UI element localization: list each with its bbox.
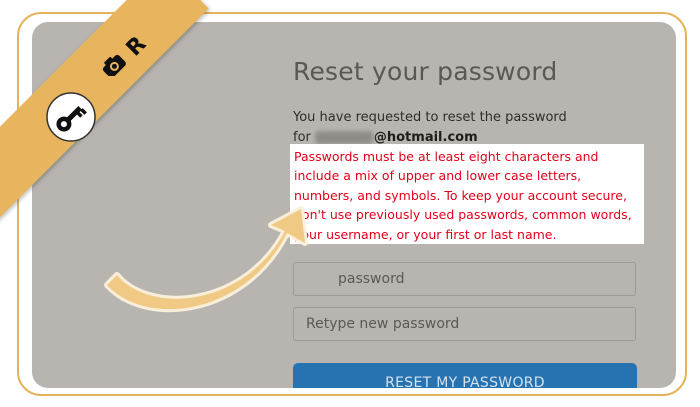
password-rules-text: Passwords must be at least eight charact…	[294, 149, 632, 242]
key-icon	[46, 92, 96, 142]
reset-password-button[interactable]: RESET MY PASSWORD	[293, 363, 637, 388]
email-domain: @hotmail.com	[373, 130, 478, 145]
password-rules-box: Passwords must be at least eight charact…	[290, 144, 644, 244]
curved-arrow-icon	[104, 206, 308, 313]
new-password-input[interactable]	[293, 262, 636, 296]
camera-icon	[102, 54, 126, 76]
request-text: You have requested to reset the password	[293, 110, 567, 125]
for-label: for	[293, 130, 311, 145]
redacted-email-local-part	[314, 131, 373, 144]
retype-password-input[interactable]	[293, 307, 636, 341]
page-title: Reset your password	[293, 57, 558, 86]
